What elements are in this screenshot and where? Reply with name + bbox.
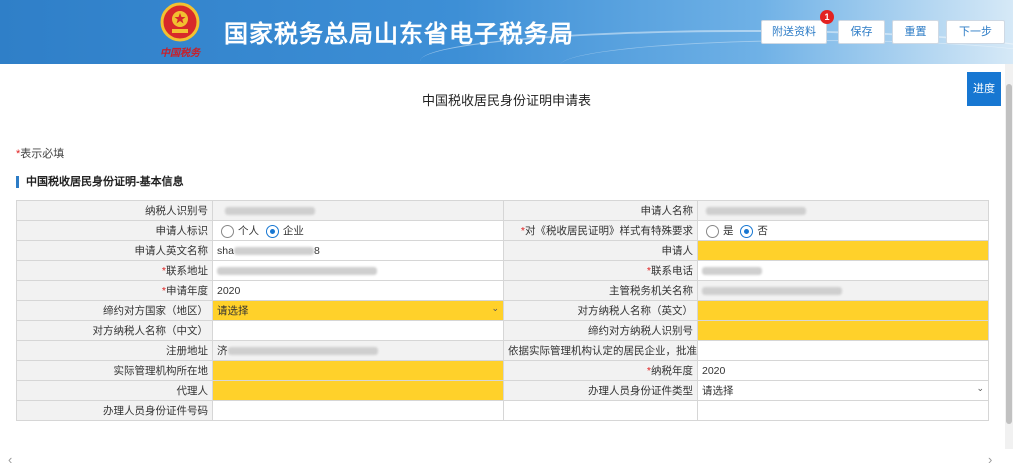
counterparty-id-label: 缔约对方纳税人识别号 [503, 320, 698, 341]
enterprise-radio[interactable] [265, 224, 279, 238]
redacted-value [702, 286, 842, 295]
redacted-value [706, 206, 806, 215]
top-banner: 中国税务 国家税务总局山东省电子税务局 附送资料 1 保存 重置 下一步 [0, 0, 1013, 64]
required-note: *表示必填 [16, 148, 65, 160]
section-title: 中国税收居民身份证明-基本信息 [16, 176, 184, 188]
counterparty-name-cn-input[interactable] [212, 320, 504, 341]
reg-address-value: 济 [212, 340, 504, 361]
treaty-country-select[interactable]: 请选择 ⌄ [212, 300, 504, 321]
mgmt-location-input[interactable] [212, 360, 504, 381]
redacted-value [233, 246, 314, 255]
form-row: 申请人英文名称 sha 8 申请人 [16, 240, 989, 261]
form-row: 实际管理机构所在地 *纳税年度 2020 [16, 360, 989, 381]
applicant-label: 申请人 [503, 240, 698, 261]
scrollbar-thumb[interactable] [1006, 84, 1012, 424]
counterparty-name-en-label: 对方纳税人名称（英文） [503, 300, 698, 321]
form-row: 申请人标识 个人 企业 *对《税收居民证明》样式有特殊要求 是 否 [16, 220, 989, 241]
site-title: 国家税务总局山东省电子税务局 [224, 21, 574, 48]
horizontal-scrollbar[interactable]: ‹ › [0, 449, 1013, 469]
applicant-type-radio-group: 个人 企业 [212, 220, 504, 241]
tax-office-label: 主管税务机关名称 [503, 280, 698, 301]
next-step-button[interactable]: 下一步 [946, 20, 1005, 44]
save-button[interactable]: 保存 [838, 20, 885, 44]
form-row: *联系地址 *联系电话 [16, 260, 989, 281]
phone-label: *联系电话 [503, 260, 698, 281]
handler-id-type-label: 办理人员身份证件类型 [503, 380, 698, 401]
reg-address-label: 注册地址 [16, 340, 213, 361]
basic-info-form: 纳税人识别号 申请人名称 申请人标识 个人 企业 *对《税收居民证明》样式有特殊… [16, 200, 989, 421]
tax-office-value [697, 280, 989, 301]
redacted-value [702, 266, 762, 275]
form-title: 中国税收居民身份证明申请表 [421, 93, 591, 108]
reset-button[interactable]: 重置 [892, 20, 939, 44]
individual-radio[interactable] [221, 224, 234, 238]
form-row: 缔约对方国家（地区） 请选择 ⌄ 对方纳税人名称（英文） [16, 300, 989, 321]
taxpayer-id-label: 纳税人识别号 [16, 200, 213, 221]
apply-year-input[interactable]: 2020 [212, 280, 504, 301]
yes-radio[interactable] [706, 224, 719, 238]
applicant-name-label: 申请人名称 [503, 200, 698, 221]
tax-emblem-icon [160, 2, 200, 42]
form-row: *申请年度 2020 主管税务机关名称 [16, 280, 989, 301]
applicant-type-label: 申请人标识 [16, 220, 213, 241]
attach-documents-button[interactable]: 附送资料 [761, 20, 827, 44]
form-row: 纳税人识别号 申请人名称 [16, 200, 989, 221]
tax-year-label: *纳税年度 [503, 360, 698, 381]
no-radio-label: 否 [757, 225, 768, 237]
scroll-right-icon[interactable]: › [988, 452, 992, 467]
redacted-value [217, 266, 377, 275]
form-row: 注册地址 济 依据实际管理机构认定的居民企业，批准文号 [16, 340, 989, 361]
yes-radio-label: 是 [723, 225, 734, 237]
redacted-value [225, 206, 315, 215]
chevron-down-icon: ⌄ [491, 303, 499, 313]
handler-id-no-label: 办理人员身份证件号码 [16, 400, 213, 421]
chevron-down-icon: ⌄ [976, 383, 984, 393]
resident-doc-input[interactable] [697, 340, 989, 361]
english-name-input[interactable]: sha 8 [212, 240, 504, 261]
counterparty-name-en-input[interactable] [697, 300, 989, 321]
taxpayer-id-value [212, 200, 504, 221]
applicant-input[interactable] [697, 240, 989, 261]
empty-cell [697, 400, 989, 421]
vertical-scrollbar[interactable] [1005, 64, 1013, 449]
enterprise-radio-label: 企业 [282, 225, 304, 237]
agent-input[interactable] [212, 380, 504, 401]
attach-count-badge: 1 [820, 10, 834, 24]
form-row: 对方纳税人名称（中文） 缔约对方纳税人识别号 [16, 320, 989, 341]
agent-label: 代理人 [16, 380, 213, 401]
english-name-label: 申请人英文名称 [16, 240, 213, 261]
empty-cell [503, 400, 698, 421]
handler-id-type-select[interactable]: 请选择 ⌄ [697, 380, 989, 401]
treaty-country-label: 缔约对方国家（地区） [16, 300, 213, 321]
individual-radio-label: 个人 [238, 225, 259, 237]
counterparty-name-cn-label: 对方纳税人名称（中文） [16, 320, 213, 341]
redacted-value [227, 347, 378, 356]
handler-id-no-input[interactable] [212, 400, 504, 421]
form-row: 办理人员身份证件号码 [16, 400, 989, 421]
form-row: 代理人 办理人员身份证件类型 请选择 ⌄ [16, 380, 989, 401]
mgmt-location-label: 实际管理机构所在地 [16, 360, 213, 381]
address-label: *联系地址 [16, 260, 213, 281]
address-input[interactable] [212, 260, 504, 281]
special-requirement-radio-group: 是 否 [697, 220, 989, 241]
applicant-name-value [697, 200, 989, 221]
phone-input[interactable] [697, 260, 989, 281]
special-requirement-label: *对《税收居民证明》样式有特殊要求 [503, 220, 698, 241]
resident-doc-label: 依据实际管理机构认定的居民企业，批准文号 [503, 340, 698, 361]
no-radio[interactable] [740, 224, 754, 238]
brand-script-logo: 中国税务 [160, 48, 200, 59]
apply-year-label: *申请年度 [16, 280, 213, 301]
tax-year-input[interactable]: 2020 [697, 360, 989, 381]
counterparty-id-input[interactable] [697, 320, 989, 341]
scroll-left-icon[interactable]: ‹ [8, 452, 12, 467]
